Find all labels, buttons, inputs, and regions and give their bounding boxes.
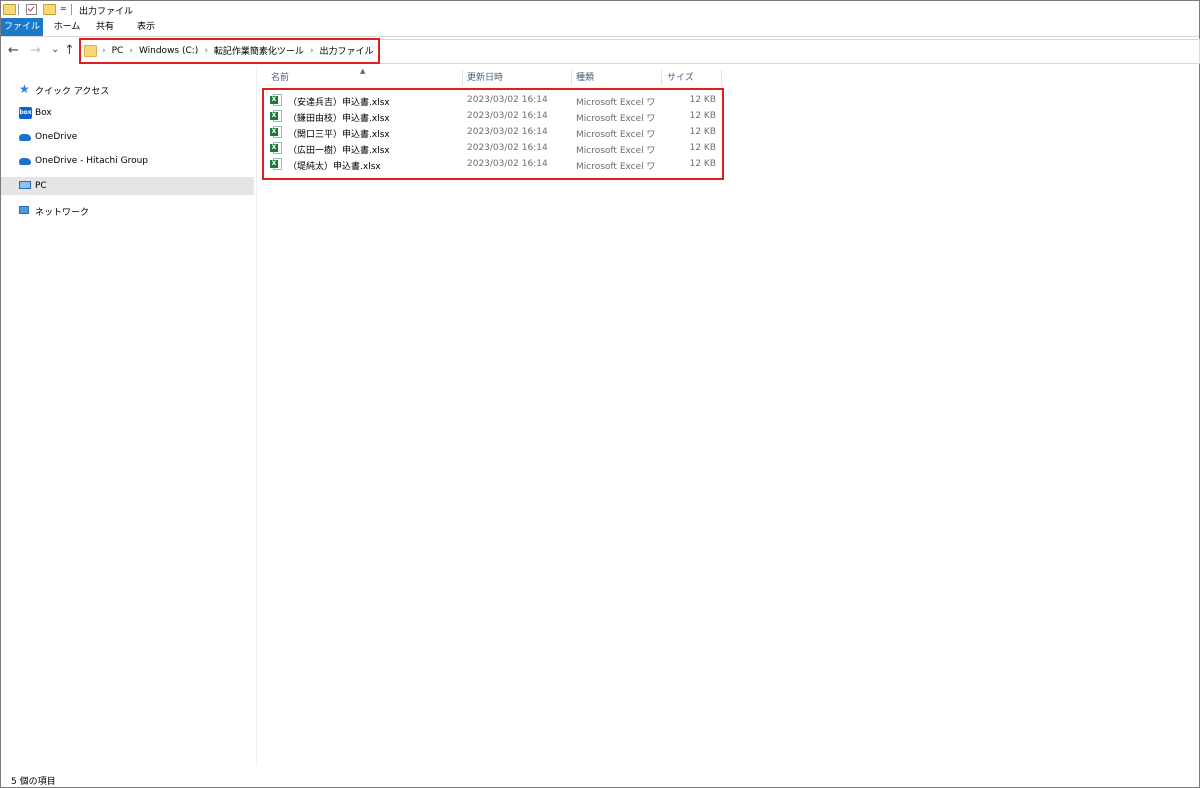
sidebar-item-onedrive-hitachi[interactable]: OneDrive - Hitachi Group (1, 152, 254, 170)
pc-icon (19, 180, 32, 192)
sidebar-item-onedrive[interactable]: OneDrive (1, 128, 254, 146)
column-header-modified[interactable]: 更新日時 (467, 70, 503, 86)
column-divider[interactable] (571, 70, 572, 86)
up-button[interactable]: ↑ (64, 44, 75, 58)
box-icon: box (19, 107, 32, 119)
sort-ascending-icon: ▲ (360, 67, 366, 75)
window-title: 出力ファイル (79, 7, 134, 17)
navigation-pane: ★ クイック アクセス box Box OneDrive OneDrive - … (1, 66, 257, 766)
divider (18, 4, 19, 15)
tab-share[interactable]: 共有 (89, 18, 121, 36)
column-header-name[interactable]: 名前 (271, 70, 289, 86)
back-button[interactable]: ← (8, 44, 19, 58)
column-header-size[interactable]: サイズ (667, 70, 694, 86)
sidebar-item-label: クイック アクセス (35, 87, 110, 97)
file-list-highlight-box (262, 88, 724, 180)
cloud-icon (19, 131, 32, 143)
sidebar-item-quick-access[interactable]: ★ クイック アクセス (1, 80, 254, 98)
ribbon-tabs: ファイル ホーム 共有 表示 (1, 18, 1199, 37)
sidebar-item-label: PC (35, 181, 47, 191)
tab-view[interactable]: 表示 (128, 18, 164, 36)
tab-file[interactable]: ファイル (1, 18, 43, 36)
column-header-type[interactable]: 種類 (576, 70, 594, 86)
sidebar-item-label: ネットワーク (35, 208, 90, 218)
sidebar-item-pc[interactable]: PC (1, 177, 254, 195)
new-folder-icon[interactable] (43, 3, 56, 16)
star-icon: ★ (19, 82, 30, 96)
column-divider[interactable] (721, 70, 722, 86)
tab-home[interactable]: ホーム (47, 18, 87, 36)
address-highlight-box (79, 38, 380, 64)
title-bar: = 出力ファイル (1, 1, 1199, 19)
divider (71, 4, 72, 15)
column-divider[interactable] (462, 70, 463, 86)
sidebar-item-label: Box (35, 108, 52, 118)
quick-access-dropdown-icon[interactable]: = (60, 4, 67, 13)
recent-locations-button[interactable]: ⌄ (51, 43, 59, 57)
cloud-icon (19, 155, 32, 167)
network-icon (19, 204, 32, 216)
status-item-count: 5 個の項目 (11, 777, 56, 787)
sidebar-item-box[interactable]: box Box (1, 104, 254, 122)
sidebar-item-label: OneDrive - Hitachi Group (35, 156, 149, 166)
column-divider[interactable] (661, 70, 662, 86)
sidebar-item-network[interactable]: ネットワーク (1, 201, 254, 219)
forward-button[interactable]: → (30, 44, 41, 58)
properties-icon[interactable] (26, 3, 37, 16)
folder-icon (3, 3, 16, 16)
sidebar-item-label: OneDrive (35, 132, 78, 142)
